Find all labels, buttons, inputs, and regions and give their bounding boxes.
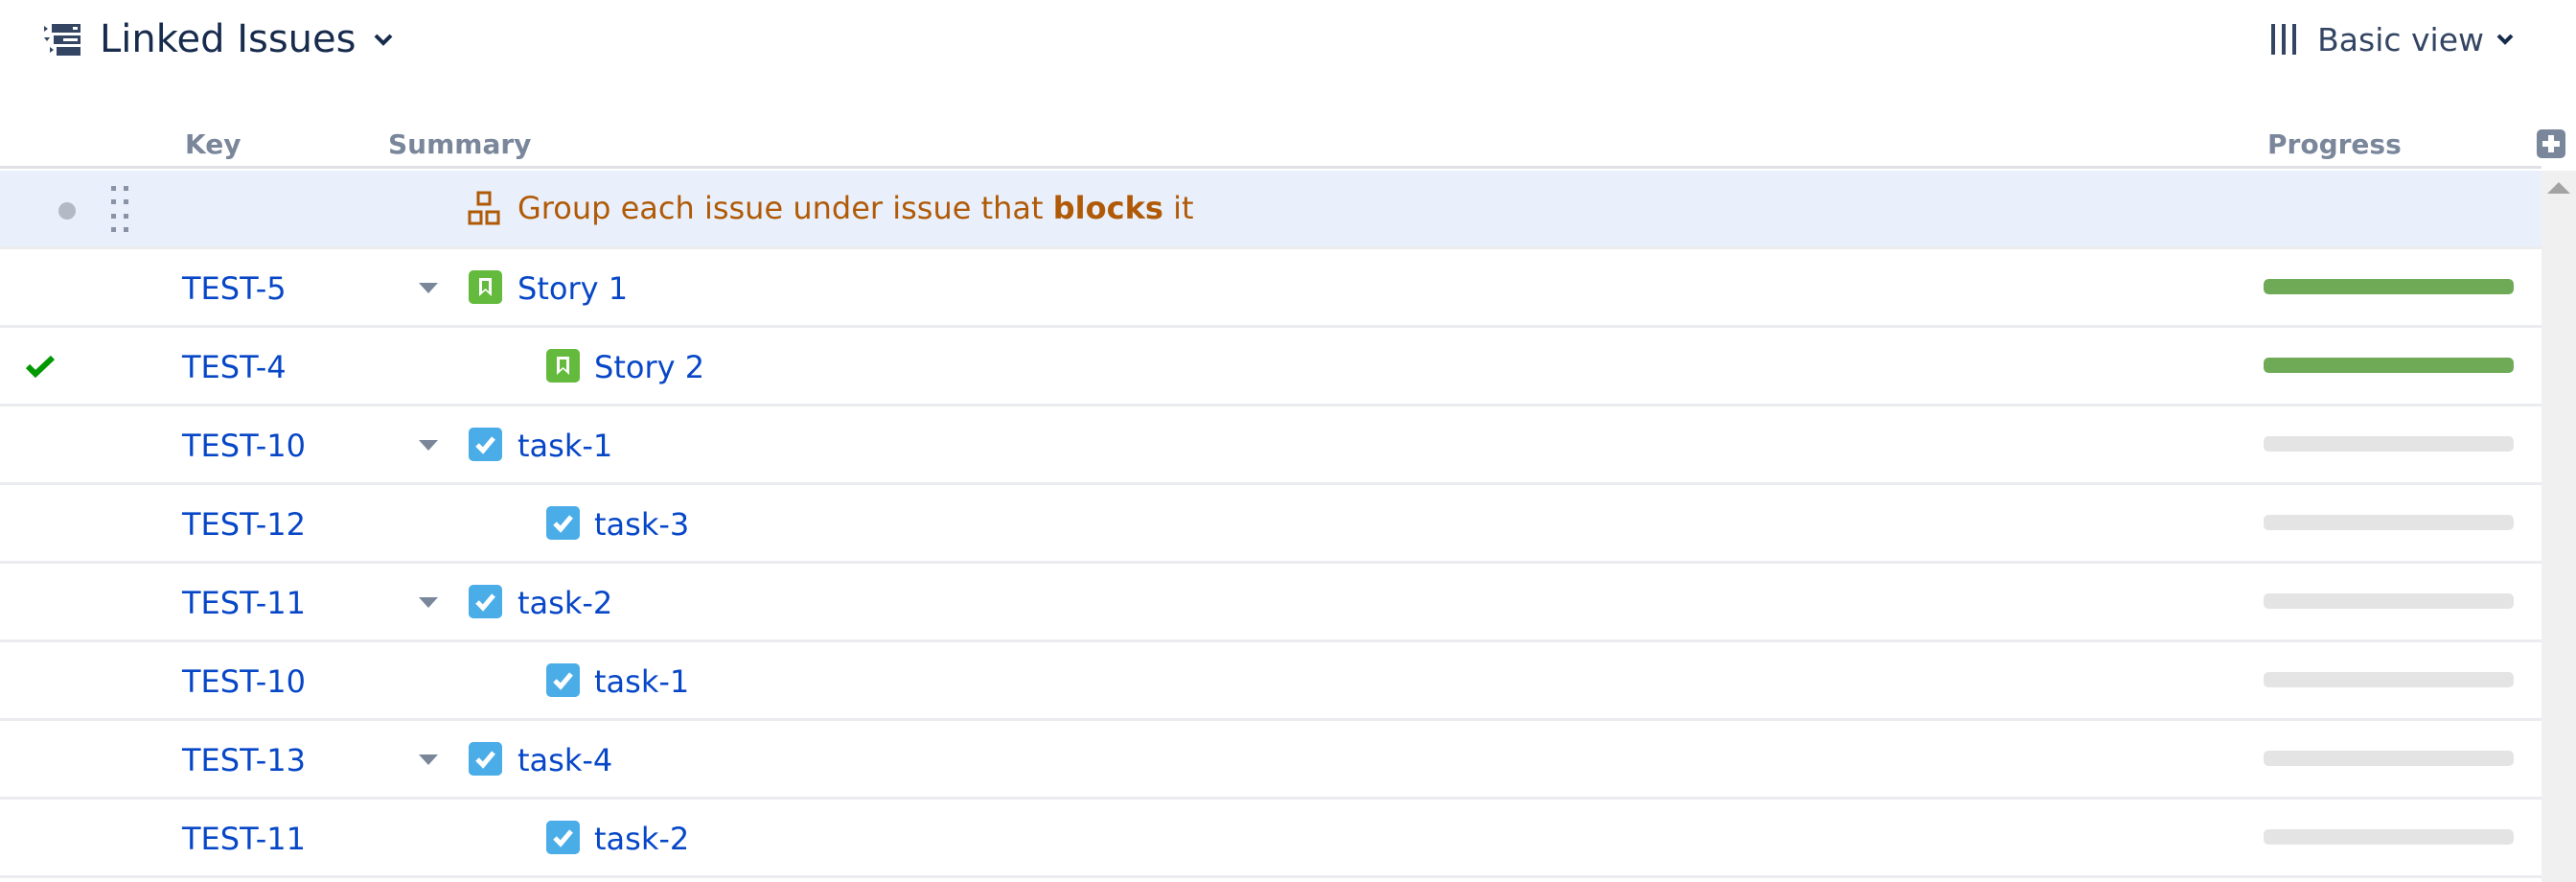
group-link-type: blocks	[1052, 190, 1163, 226]
view-label: Basic view	[2317, 20, 2484, 58]
chevron-down-icon	[375, 34, 393, 46]
group-text-prefix: Group each issue under issue that	[518, 190, 1053, 226]
issue-key-link[interactable]: TEST-12	[182, 506, 306, 543]
table-row[interactable]: TEST-11 task-2	[0, 800, 2542, 878]
issue-key-link[interactable]: TEST-11	[182, 821, 306, 857]
collapse-toggle-icon[interactable]	[419, 440, 438, 451]
column-header-key[interactable]: Key	[185, 128, 241, 160]
progress-bar	[2264, 436, 2514, 452]
table-row[interactable]: TEST-10 task-1	[0, 406, 2542, 485]
structure-list-icon	[44, 24, 80, 56]
progress-bar	[2264, 279, 2514, 294]
issue-key-link[interactable]: TEST-10	[182, 428, 306, 464]
issue-key-link[interactable]: TEST-13	[182, 742, 306, 778]
issue-summary-link[interactable]: task-1	[594, 663, 689, 700]
issue-summary-link[interactable]: Story 2	[594, 349, 704, 385]
progress-bar	[2264, 751, 2514, 766]
resolved-check-icon	[25, 355, 56, 378]
structure-selector[interactable]: Linked Issues	[44, 13, 394, 65]
add-column-button[interactable]	[2537, 129, 2565, 158]
issue-summary-link[interactable]: task-2	[518, 585, 612, 621]
story-type-icon	[546, 349, 580, 383]
progress-bar	[2264, 593, 2514, 609]
group-label: Group each issue under issue that blocks…	[468, 190, 1194, 226]
column-header-summary[interactable]: Summary	[388, 128, 531, 160]
structure-title: Linked Issues	[100, 17, 356, 61]
progress-bar	[2264, 829, 2514, 845]
story-type-icon	[469, 270, 502, 304]
issue-summary-link[interactable]: task-2	[594, 821, 689, 857]
issue-key-link[interactable]: TEST-4	[182, 349, 287, 385]
progress-bar	[2264, 515, 2514, 530]
view-selector[interactable]: Basic view	[2269, 15, 2515, 63]
progress-fill	[2264, 358, 2514, 373]
issue-key-link[interactable]: TEST-11	[182, 585, 306, 621]
progress-bar	[2264, 672, 2514, 687]
issue-summary-link[interactable]: Story 1	[518, 270, 628, 307]
column-header-row: Key Summary Progress	[0, 117, 2542, 169]
collapse-toggle-icon[interactable]	[419, 754, 438, 765]
scroll-up-arrow-icon[interactable]	[2547, 182, 2570, 194]
progress-bar	[2264, 358, 2514, 373]
column-header-progress[interactable]: Progress	[2267, 128, 2402, 160]
task-type-icon	[469, 742, 502, 776]
issue-summary-link[interactable]: task-3	[594, 506, 689, 543]
collapse-toggle-icon[interactable]	[419, 597, 438, 608]
table-row[interactable]: TEST-4 Story 2	[0, 328, 2542, 406]
row-marker-dot	[58, 202, 76, 220]
progress-fill	[2264, 279, 2514, 294]
task-type-icon	[469, 428, 502, 461]
issue-key-link[interactable]: TEST-5	[182, 270, 287, 307]
top-bar: Linked Issues Basic view	[0, 0, 2576, 86]
issue-grid: Group each issue under issue that blocks…	[0, 171, 2542, 878]
issue-summary-link[interactable]: task-1	[518, 428, 612, 464]
table-row[interactable]: TEST-5 Story 1	[0, 249, 2542, 328]
issue-key-link[interactable]: TEST-10	[182, 663, 306, 700]
task-type-icon	[546, 506, 580, 540]
vertical-scrollbar[interactable]	[2542, 171, 2576, 882]
task-type-icon	[546, 821, 580, 854]
columns-icon	[2271, 24, 2297, 55]
table-row[interactable]: TEST-13 task-4	[0, 721, 2542, 800]
table-row[interactable]: TEST-11 task-2	[0, 564, 2542, 642]
table-row[interactable]: TEST-10 task-1	[0, 642, 2542, 721]
chevron-down-icon	[2496, 34, 2514, 45]
drag-handle[interactable]	[109, 184, 132, 234]
group-row[interactable]: Group each issue under issue that blocks…	[0, 171, 2542, 249]
table-row[interactable]: TEST-12 task-3	[0, 485, 2542, 564]
collapse-toggle-icon[interactable]	[419, 283, 438, 293]
issue-summary-link[interactable]: task-4	[518, 742, 612, 778]
task-type-icon	[469, 585, 502, 618]
group-text-suffix: it	[1162, 190, 1194, 226]
hierarchy-icon	[468, 191, 500, 225]
task-type-icon	[546, 663, 580, 697]
